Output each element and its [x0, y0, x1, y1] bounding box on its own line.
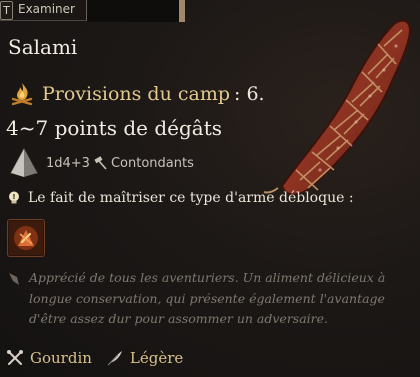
proficiency-unlock-text: Le fait de maîtriser ce type d'arme débl… [28, 190, 354, 206]
damage-dice-row: 1d4+3 Contondants [8, 146, 194, 180]
examine-button[interactable]: Examiner [18, 1, 75, 18]
property-club: Gourdin [6, 349, 92, 367]
top-bar-panel [87, 0, 179, 22]
damage-type: Contondants [110, 155, 194, 171]
top-bar-edge [179, 0, 185, 22]
campfire-icon [11, 83, 33, 106]
item-description: Apprécié de tous les aventuriers. Un ali… [29, 270, 386, 326]
crossed-clubs-icon [7, 350, 23, 365]
hammer-icon [94, 156, 107, 170]
property-club-label: Gourdin [30, 349, 92, 367]
feather-icon [107, 351, 122, 366]
lightbulb-icon: ! [9, 191, 19, 204]
quill-icon [9, 273, 19, 285]
damage-range: 4~7 points de dégâts [6, 116, 223, 140]
salami-image [263, 19, 412, 196]
weapon-properties: Gourdin Légère [6, 349, 197, 367]
weapon-action-button[interactable] [7, 219, 45, 257]
proficiency-unlock-row: ! Le fait de maîtriser ce type d'arme dé… [6, 190, 354, 206]
item-tooltip: T Examiner Salami Provisions du camp: 6… [0, 0, 420, 377]
camp-supplies-value: : 6. [234, 83, 265, 105]
property-light: Légère [106, 349, 183, 367]
property-light-label: Légère [129, 349, 184, 367]
weapon-action-icon [9, 221, 43, 255]
damage-dice: 1d4+3 [46, 155, 90, 171]
svg-text:!: ! [12, 193, 15, 201]
camp-supplies-row: Provisions du camp : 6. [8, 78, 265, 110]
camp-supplies-label: Provisions du camp [42, 83, 230, 105]
d4-dice-icon [10, 147, 38, 177]
item-title: Salami [8, 35, 78, 59]
examine-hotkey: T [0, 1, 13, 20]
